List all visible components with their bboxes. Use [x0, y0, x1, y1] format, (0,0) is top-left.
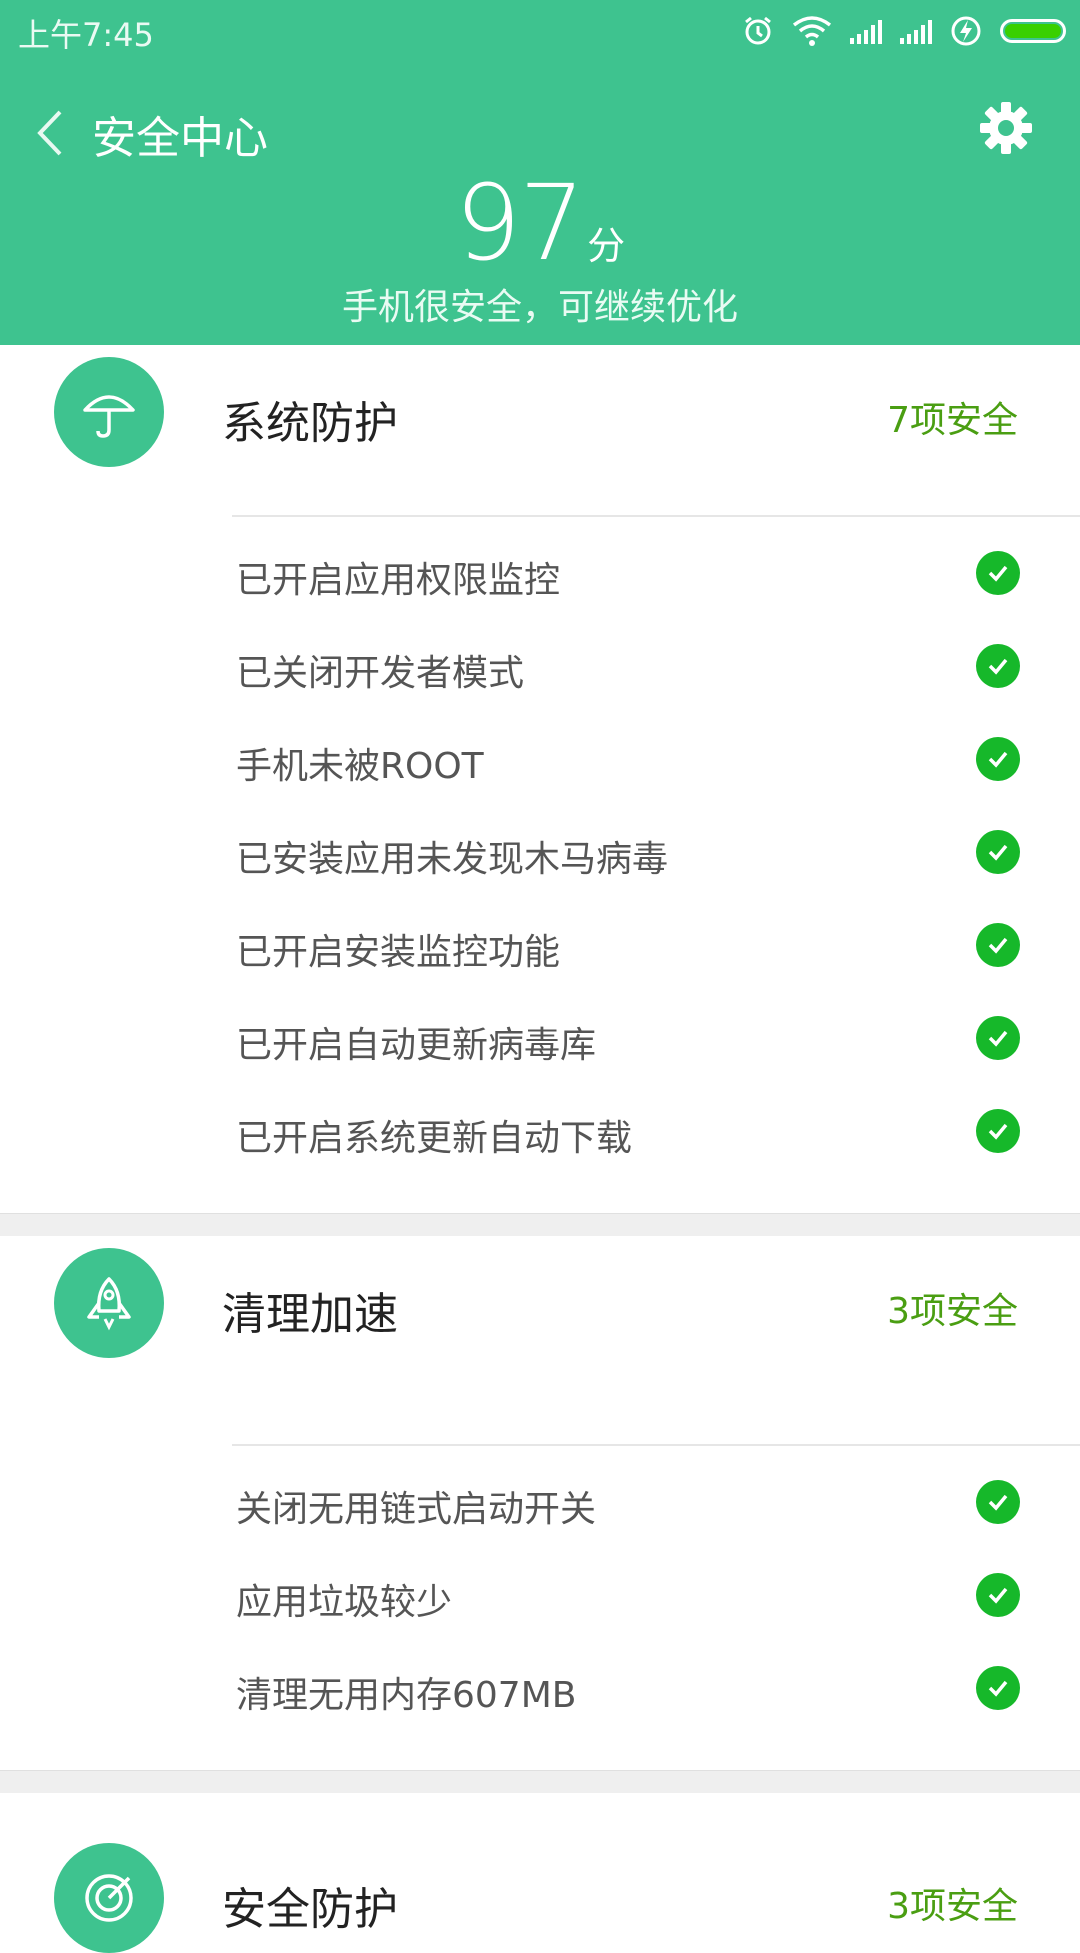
section-cleanup-boost: 清理加速 3项安全 关闭无用链式启动开关 应用垃圾较少 清理无用内存607MB — [0, 1236, 1080, 1770]
umbrella-icon — [54, 357, 164, 467]
back-arrow-icon[interactable] — [30, 108, 70, 158]
signal-icon — [850, 18, 882, 44]
header: 上午7:45 安全中心 97 分 手机很安全，可继续优化 — [0, 0, 1080, 345]
security-score: 97 分 — [0, 162, 1080, 284]
section-security-protection: 安全防护 3项安全 — [0, 1793, 1080, 1953]
check-icon — [976, 644, 1020, 688]
list-item: 清理无用内存607MB — [0, 1644, 1080, 1736]
alarm-icon — [745, 16, 771, 45]
page-title: 安全中心 — [92, 113, 268, 164]
section-title: 安全防护 — [222, 1884, 398, 1935]
section-title: 清理加速 — [222, 1289, 398, 1340]
list-item: 手机未被ROOT — [0, 715, 1080, 807]
list-item: 已开启自动更新病毒库 — [0, 994, 1080, 1086]
section-header[interactable]: 系统防护 7项安全 — [0, 345, 1080, 475]
list-item: 应用垃圾较少 — [0, 1551, 1080, 1643]
score-subtitle: 手机很安全，可继续优化 — [341, 287, 738, 328]
list-item: 已关闭开发者模式 — [0, 622, 1080, 714]
gear-icon[interactable] — [978, 100, 1034, 156]
section-header[interactable]: 清理加速 3项安全 — [0, 1236, 1080, 1366]
item-label: 已开启应用权限监控 — [236, 560, 561, 601]
shield-target-icon — [54, 1843, 164, 1953]
item-label: 已关闭开发者模式 — [236, 653, 525, 694]
status-time: 上午7:45 — [18, 16, 154, 54]
divider — [232, 1444, 1080, 1446]
section-status: 3项安全 — [887, 1291, 1018, 1332]
item-label: 清理无用内存607MB — [236, 1675, 577, 1716]
list-item: 已开启系统更新自动下载 — [0, 1087, 1080, 1179]
charging-icon — [951, 16, 981, 46]
divider — [232, 515, 1080, 517]
status-icons — [742, 12, 1066, 50]
check-icon — [976, 1666, 1020, 1710]
section-status: 3项安全 — [887, 1886, 1018, 1927]
section-separator — [0, 1213, 1080, 1237]
section-separator — [0, 1770, 1080, 1794]
rocket-icon — [54, 1248, 164, 1358]
section-system-protection: 系统防护 7项安全 已开启应用权限监控 已关闭开发者模式 手机未被ROOT 已安… — [0, 345, 1080, 1213]
battery-icon — [1000, 19, 1066, 43]
item-label: 手机未被ROOT — [236, 746, 484, 787]
item-label: 已开启安装监控功能 — [236, 932, 561, 973]
check-icon — [976, 737, 1020, 781]
item-label: 应用垃圾较少 — [236, 1582, 453, 1623]
list-item: 已开启安装监控功能 — [0, 901, 1080, 993]
signal-icon — [900, 18, 932, 44]
score-unit: 分 — [587, 224, 626, 268]
wifi-icon — [792, 16, 832, 46]
score-value: 97 — [454, 162, 585, 284]
check-icon — [976, 551, 1020, 595]
section-title: 系统防护 — [222, 398, 398, 449]
check-icon — [976, 1109, 1020, 1153]
section-header[interactable]: 安全防护 3项安全 — [0, 1793, 1080, 1953]
item-label: 已开启系统更新自动下载 — [236, 1118, 633, 1159]
check-icon — [976, 830, 1020, 874]
item-label: 已安装应用未发现木马病毒 — [236, 839, 669, 880]
section-status: 7项安全 — [887, 400, 1018, 441]
check-icon — [976, 1480, 1020, 1524]
item-label: 已开启自动更新病毒库 — [236, 1025, 597, 1066]
status-bar: 上午7:45 — [0, 0, 1080, 62]
list-item: 已开启应用权限监控 — [0, 529, 1080, 621]
top-bar: 安全中心 — [0, 90, 1080, 170]
list-item: 已安装应用未发现木马病毒 — [0, 808, 1080, 900]
list-item: 关闭无用链式启动开关 — [0, 1458, 1080, 1550]
item-label: 关闭无用链式启动开关 — [236, 1489, 597, 1530]
check-icon — [976, 1573, 1020, 1617]
check-icon — [976, 1016, 1020, 1060]
check-icon — [976, 923, 1020, 967]
